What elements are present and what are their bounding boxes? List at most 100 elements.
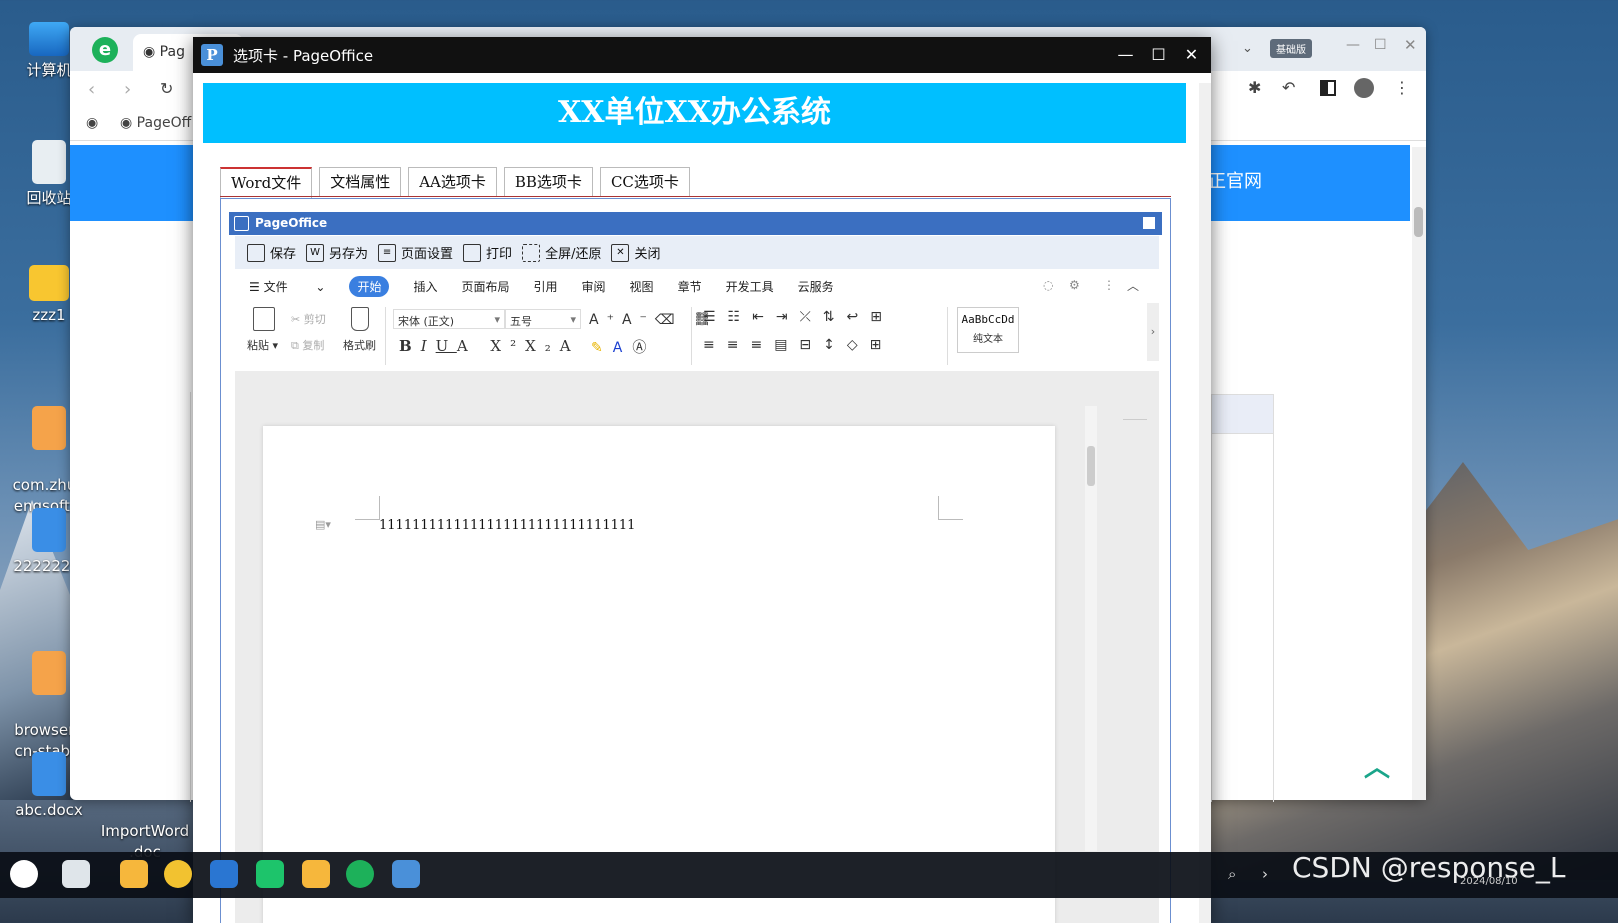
cut-button[interactable]: ✂ 剪切 bbox=[291, 311, 326, 327]
computer-icon bbox=[29, 22, 69, 56]
forward-icon[interactable]: › bbox=[124, 79, 131, 100]
list-tools[interactable]: ☰☷⇤⇥⤫⇅↩⊞ bbox=[703, 309, 894, 325]
menu-layout[interactable]: 页面布局 bbox=[462, 278, 510, 295]
more-icon[interactable]: ⋮ bbox=[1103, 278, 1115, 292]
back-icon[interactable]: ‹ bbox=[88, 79, 95, 100]
file-menu[interactable]: ☰ 文件 ⌄ bbox=[249, 278, 325, 295]
save-button[interactable]: 保存 bbox=[247, 243, 296, 262]
window-title: 选项卡 - PageOffice bbox=[233, 46, 374, 65]
pageoffice-logo-icon: P bbox=[201, 44, 223, 66]
style-plain-text[interactable]: AaBbCcDd 纯文本 bbox=[957, 307, 1019, 353]
sidebar-icon[interactable] bbox=[1320, 80, 1336, 96]
text-format-tools[interactable]: BIUA X²X₂A bbox=[399, 337, 580, 355]
document-scrollbar[interactable] bbox=[1085, 406, 1097, 851]
paste-button[interactable]: 粘贴 ▾ bbox=[247, 337, 278, 353]
globe-icon: ◉ bbox=[86, 115, 99, 131]
tab-aa[interactable]: AA选项卡 bbox=[408, 167, 497, 196]
menu-references[interactable]: 引用 bbox=[534, 278, 558, 295]
margin-corner-right bbox=[938, 496, 963, 520]
font-select[interactable]: 宋体 (正文) ▾ bbox=[393, 309, 505, 329]
menu-icon[interactable]: ⋮ bbox=[1394, 78, 1410, 97]
chevron-right-icon[interactable]: › bbox=[1262, 865, 1268, 883]
ribbon-separator bbox=[947, 307, 948, 365]
copy-button[interactable]: ⧉ 复制 bbox=[291, 337, 324, 353]
pane-divider bbox=[1123, 419, 1147, 420]
avatar-icon[interactable] bbox=[1354, 78, 1374, 98]
maximize-icon[interactable]: ☐ bbox=[1142, 37, 1175, 73]
close-icon[interactable]: ✕ bbox=[1175, 37, 1208, 73]
tab-word[interactable]: Word文件 bbox=[220, 167, 313, 198]
close-icon[interactable]: ✕ bbox=[1404, 36, 1417, 54]
menu-home[interactable]: 开始 bbox=[349, 275, 390, 297]
package-icon bbox=[32, 406, 66, 450]
wps-menu-bar: ☰ 文件 ⌄ 开始 插入 页面布局 引用 审阅 视图 章节 开发工具 云服务 ◌… bbox=[235, 273, 1159, 299]
extensions-icon[interactable]: ✱ bbox=[1248, 78, 1261, 97]
scroll-thumb[interactable] bbox=[1414, 207, 1423, 237]
expand-icon bbox=[522, 243, 541, 262]
settings-icon[interactable]: ⚙ bbox=[1069, 278, 1080, 292]
csdn-watermark: CSDN @response_L bbox=[1292, 851, 1566, 884]
wps-writer-icon[interactable] bbox=[210, 860, 238, 888]
font-size-tools[interactable]: A⁺A⁻⌫ 䨻 bbox=[589, 309, 717, 329]
search-icon[interactable]: ⌕ bbox=[1228, 865, 1236, 883]
menu-developer[interactable]: 开发工具 bbox=[726, 278, 774, 295]
tab-doc-properties[interactable]: 文档属性 bbox=[319, 167, 402, 196]
format-painter-button[interactable]: 格式刷 bbox=[343, 337, 376, 353]
menu-insert[interactable]: 插入 bbox=[413, 278, 437, 295]
window-scrollbar[interactable] bbox=[1199, 83, 1211, 923]
document-page[interactable]: ▤▾ 1111111111111111111111111111111 bbox=[263, 426, 1055, 923]
archive-app-icon[interactable] bbox=[120, 860, 148, 888]
wps-doc-icon bbox=[32, 508, 66, 552]
globe-icon: ◉ bbox=[143, 44, 160, 60]
minimize-icon[interactable]: — bbox=[1109, 37, 1142, 73]
menu-review[interactable]: 审阅 bbox=[582, 278, 606, 295]
back-to-top-icon[interactable]: ︿ bbox=[1364, 747, 1390, 784]
collapse-icon[interactable]: ︿ bbox=[1127, 277, 1139, 294]
pageoffice-taskbar-icon[interactable] bbox=[392, 860, 420, 888]
fullscreen-button[interactable]: 全屏/还原 bbox=[522, 243, 601, 262]
align-tools[interactable]: ≡≡≡▤⊟↕◇⊞ bbox=[703, 337, 893, 353]
task-view-icon[interactable] bbox=[62, 860, 90, 888]
font-size-select[interactable]: 五号 ▾ bbox=[505, 309, 581, 329]
printer-icon bbox=[463, 243, 482, 262]
official-site-link[interactable]: 正官网 bbox=[1208, 167, 1262, 193]
print-button[interactable]: 打印 bbox=[463, 243, 512, 262]
document-text[interactable]: 1111111111111111111111111111111 bbox=[379, 518, 635, 533]
tab-list-icon[interactable]: ⌄ bbox=[1242, 41, 1253, 56]
bookmark-item[interactable]: ◉ PageOff bbox=[120, 115, 191, 131]
close-button[interactable]: ✕ 关闭 bbox=[611, 243, 660, 262]
fullscreen-icon[interactable] bbox=[1142, 216, 1156, 230]
browser-scrollbar[interactable] bbox=[1412, 147, 1426, 800]
ribbon-next-icon[interactable]: › bbox=[1147, 303, 1159, 361]
tab-cc[interactable]: CC选项卡 bbox=[599, 167, 690, 196]
browser-app-icon[interactable] bbox=[164, 860, 192, 888]
menu-section[interactable]: 章节 bbox=[678, 278, 702, 295]
save-as-button[interactable]: W 另存为 bbox=[306, 243, 368, 262]
paragraph-icon[interactable]: ▤▾ bbox=[315, 518, 331, 531]
edge-browser-icon[interactable] bbox=[346, 860, 374, 888]
start-icon[interactable] bbox=[10, 860, 38, 888]
minimize-icon[interactable]: — bbox=[1346, 37, 1360, 53]
pageoffice-titlebar: PageOffice bbox=[229, 212, 1162, 235]
ribbon-separator bbox=[385, 307, 386, 365]
wps-doc-icon bbox=[32, 752, 66, 796]
scroll-thumb[interactable] bbox=[1087, 446, 1095, 486]
word-save-as-icon: W bbox=[306, 243, 325, 262]
undo-icon[interactable]: ↶ bbox=[1282, 78, 1295, 97]
color-tools[interactable]: ✎AⒶ bbox=[591, 337, 656, 357]
tab-bar: Word文件 文档属性 AA选项卡 BB选项卡 CC选项卡 bbox=[220, 167, 697, 198]
tab-bb[interactable]: BB选项卡 bbox=[503, 167, 593, 196]
page-setup-button[interactable]: ≡ 页面设置 bbox=[378, 243, 453, 262]
archive-app-icon[interactable] bbox=[302, 860, 330, 888]
chat-app-icon[interactable] bbox=[256, 860, 284, 888]
format-painter-icon bbox=[351, 307, 369, 331]
menu-cloud[interactable]: 云服务 bbox=[798, 278, 834, 295]
maximize-icon[interactable]: ☐ bbox=[1374, 37, 1387, 53]
document-area: ▤▾ 1111111111111111111111111111111 bbox=[235, 371, 1159, 923]
edition-badge: 基础版 bbox=[1270, 39, 1312, 58]
comment-icon[interactable]: ◌ bbox=[1043, 278, 1053, 292]
tab-underline bbox=[220, 196, 1171, 197]
wps-ribbon: 粘贴 ▾ ✂ 剪切 ⧉ 复制 格式刷 宋体 (正文) ▾ 五号 ▾ A⁺A⁻⌫ 䨻 … bbox=[235, 303, 1159, 369]
menu-view[interactable]: 视图 bbox=[630, 278, 654, 295]
reload-icon[interactable]: ↻ bbox=[160, 79, 173, 98]
